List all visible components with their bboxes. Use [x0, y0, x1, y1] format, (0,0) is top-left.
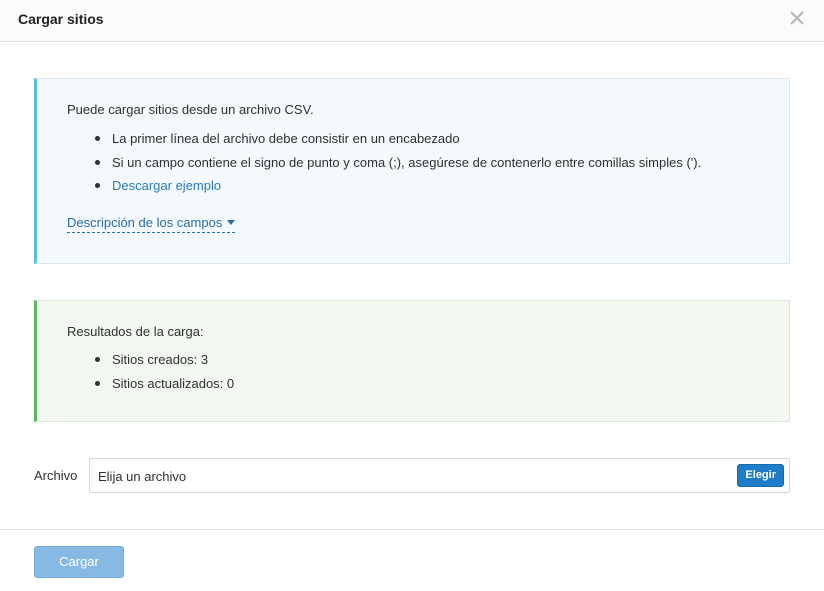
list-item: La primer línea del archivo debe consist… — [67, 132, 701, 156]
sites-updated-count: Sitios actualizados: 0 — [112, 375, 235, 391]
download-example-link[interactable]: Descargar ejemplo — [112, 178, 221, 193]
dialog-header: Cargar sitios — [0, 0, 824, 42]
fields-description-toggle[interactable]: Descripción de los campos — [67, 215, 236, 233]
info-intro: Puede cargar sitios desde un archivo CSV… — [67, 102, 314, 117]
results-list: Sitios creados: 3 Sitios actualizados: 0 — [67, 353, 234, 400]
fields-description-label: Descripción de los campos — [67, 215, 223, 230]
list-item: Descargar ejemplo — [67, 179, 701, 203]
upload-button[interactable]: Cargar — [34, 546, 124, 578]
file-label: Archivo — [34, 468, 78, 483]
file-input[interactable]: Elija un archivo Elegir — [89, 458, 790, 493]
list-item: Sitios actualizados: 0 — [67, 377, 234, 401]
close-icon — [790, 11, 804, 25]
list-item: Sitios creados: 3 — [67, 353, 234, 377]
results-panel: Resultados de la carga: Sitios creados: … — [34, 300, 790, 422]
footer-divider — [0, 529, 824, 530]
file-placeholder: Elija un archivo — [98, 469, 187, 484]
list-item-text: La primer línea del archivo debe consist… — [112, 131, 460, 146]
caret-down-icon — [227, 220, 236, 226]
choose-file-button[interactable]: Elegir — [737, 464, 784, 487]
upload-sites-dialog: Cargar sitios Puede cargar sitios desde … — [0, 0, 824, 591]
list-item: Si un campo contiene el signo de punto y… — [67, 156, 701, 180]
info-panel: Puede cargar sitios desde un archivo CSV… — [34, 78, 790, 264]
close-button[interactable] — [787, 8, 807, 28]
list-item-text: Si un campo contiene el signo de punto y… — [112, 154, 702, 170]
info-bullet-list: La primer línea del archivo debe consist… — [67, 132, 701, 203]
results-title: Resultados de la carga: — [67, 324, 204, 339]
dialog-title: Cargar sitios — [18, 11, 104, 27]
sites-created-count: Sitios creados: 3 — [112, 352, 209, 367]
